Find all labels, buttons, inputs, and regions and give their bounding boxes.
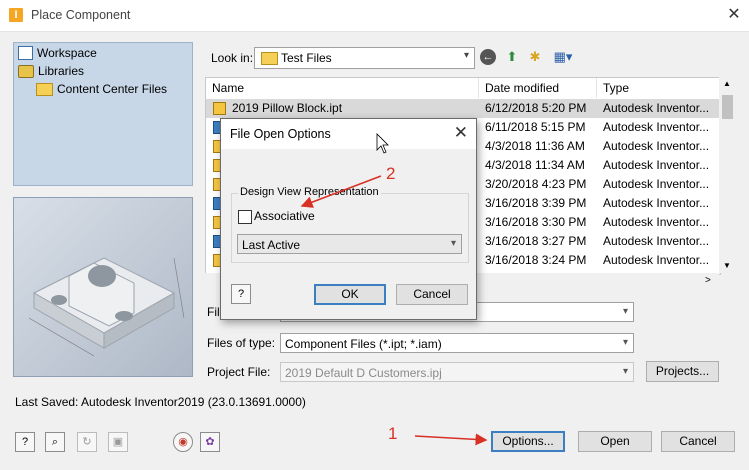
file-date-cell: 6/12/2018 5:20 PM — [485, 101, 587, 115]
dialog-cancel-button[interactable]: Cancel — [396, 284, 468, 305]
refresh-icon: ↻ — [77, 432, 97, 452]
find-binoculars-icon[interactable]: ⌕ — [45, 432, 65, 452]
design-view-group: Design View Representation Associative L… — [231, 186, 469, 263]
inventor-app-icon: I — [9, 8, 23, 22]
file-type-cell: Autodesk Inventor... — [603, 101, 710, 115]
cancel-button[interactable]: Cancel — [661, 431, 735, 452]
file-open-options-dialog: File Open Options ✕ Design View Represen… — [220, 118, 477, 320]
dialog-title-bar: File Open Options ✕ — [221, 119, 476, 149]
up-folder-icon[interactable]: ⬆ — [503, 48, 521, 66]
associative-checkbox[interactable] — [238, 210, 252, 224]
folder-icon — [36, 82, 53, 96]
close-icon[interactable]: ✕ — [724, 5, 744, 25]
open-button[interactable]: Open — [578, 431, 652, 452]
scroll-down-icon[interactable]: ▼ — [723, 261, 731, 270]
view-menu-icon[interactable]: ▦▾ — [550, 48, 576, 66]
scroll-up-icon[interactable]: ▲ — [723, 79, 731, 88]
pillow-block-preview-image — [28, 257, 185, 357]
file-type-cell: Autodesk Inventor... — [603, 215, 710, 229]
chevron-down-icon: ▾ — [622, 337, 628, 348]
project-file-value: 2019 Default D Customers.ipj — [285, 366, 442, 380]
scroll-thumb[interactable] — [722, 95, 733, 119]
file-date-cell: 3/20/2018 4:23 PM — [485, 177, 587, 191]
last-saved-status: Last Saved: Autodesk Inventor2019 (23.0.… — [15, 395, 306, 409]
group-label: Design View Representation — [238, 186, 381, 198]
place-label: Workspace — [37, 46, 97, 60]
scroll-right-icon[interactable]: > — [705, 275, 711, 286]
options-button[interactable]: Options... — [491, 431, 565, 452]
look-in-dropdown[interactable]: Test Files ▾ — [254, 47, 475, 69]
file-type-cell: Autodesk Inventor... — [603, 139, 710, 153]
file-date-cell: 6/11/2018 5:15 PM — [485, 120, 586, 134]
file-name-cell: 2019 Pillow Block.ipt — [232, 101, 343, 115]
new-folder-icon[interactable]: ✱ — [526, 48, 544, 66]
file-type-cell: Autodesk Inventor... — [603, 177, 710, 191]
annotation-step-2: 2 — [386, 164, 396, 183]
dialog-title: File Open Options — [230, 127, 331, 141]
column-header-name[interactable]: Name — [206, 78, 479, 98]
copy-icon: ▣ — [108, 432, 128, 452]
file-type-cell: Autodesk Inventor... — [603, 158, 710, 172]
content-center-icon[interactable]: ✿ — [200, 432, 220, 452]
column-header-date[interactable]: Date modified — [479, 78, 597, 98]
files-of-type-label: Files of type: — [207, 336, 276, 350]
file-date-cell: 4/3/2018 11:34 AM — [485, 158, 585, 172]
place-item-workspace[interactable]: Workspace — [18, 46, 97, 60]
places-panel: Workspace Libraries Content Center Files — [13, 42, 193, 186]
ok-button[interactable]: OK — [314, 284, 386, 305]
representation-dropdown[interactable]: Last Active ▾ — [237, 234, 462, 254]
back-icon[interactable]: ← — [480, 49, 496, 65]
file-type-cell: Autodesk Inventor... — [603, 234, 710, 248]
file-type-cell: Autodesk Inventor... — [603, 120, 710, 134]
window-title: Place Component — [31, 8, 131, 22]
file-date-cell: 3/16/2018 3:39 PM — [485, 196, 587, 210]
projects-button[interactable]: Projects... — [646, 361, 719, 382]
project-file-dropdown: 2019 Default D Customers.ipj ▾ — [280, 362, 634, 382]
place-label: Libraries — [38, 64, 85, 78]
file-date-cell: 3/16/2018 3:27 PM — [485, 234, 587, 248]
column-header-type[interactable]: Type — [597, 78, 720, 98]
libraries-icon — [18, 64, 34, 78]
chevron-down-icon: ▾ — [622, 306, 628, 317]
help-icon[interactable]: ? — [15, 432, 35, 452]
place-item-libraries[interactable]: Libraries — [18, 64, 84, 78]
place-label: Content Center Files — [57, 82, 168, 96]
file-type-cell: Autodesk Inventor... — [603, 253, 710, 267]
place-item-content-center[interactable]: Content Center Files — [36, 82, 167, 96]
folder-icon — [261, 52, 278, 65]
chevron-down-icon: ▾ — [622, 366, 628, 377]
chevron-down-icon: ▾ — [450, 238, 456, 249]
annotation-step-1: 1 — [388, 424, 398, 443]
file-date-cell: 4/3/2018 11:36 AM — [485, 139, 585, 153]
representation-value: Last Active — [242, 238, 301, 252]
vault-icon[interactable]: ◉ — [173, 432, 193, 452]
look-in-value: Test Files — [281, 51, 332, 65]
associative-label: Associative — [254, 209, 315, 223]
file-type-cell: Autodesk Inventor... — [603, 196, 710, 210]
part-file-icon — [213, 102, 226, 115]
chevron-down-icon: ▾ — [463, 50, 469, 61]
file-date-cell: 3/16/2018 3:30 PM — [485, 215, 587, 229]
file-list-vertical-scrollbar[interactable]: ▲ ▼ — [719, 77, 736, 273]
files-of-type-dropdown[interactable]: Component Files (*.ipt; *.iam) ▾ — [280, 333, 634, 353]
part-preview — [13, 197, 193, 377]
files-of-type-value: Component Files (*.ipt; *.iam) — [285, 337, 442, 351]
close-icon[interactable]: ✕ — [454, 123, 468, 143]
workspace-icon — [18, 46, 33, 60]
title-bar: I Place Component ✕ — [0, 0, 749, 32]
file-row[interactable]: 2019 Pillow Block.ipt 6/12/2018 5:20 PM Au… — [206, 99, 720, 118]
help-icon[interactable]: ? — [231, 284, 251, 304]
file-date-cell: 3/16/2018 3:24 PM — [485, 253, 587, 267]
project-file-label: Project File: — [207, 365, 271, 379]
look-in-label: Look in: — [211, 51, 254, 65]
arrow-to-options — [414, 433, 488, 446]
